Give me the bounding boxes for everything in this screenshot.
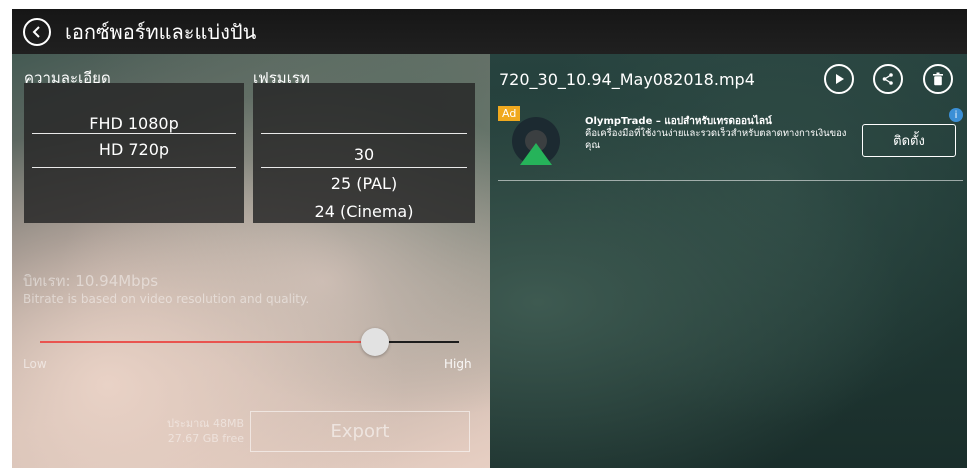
ad-banner[interactable]: Ad i OlympTrade – แอปสำหรับเทรดออนไลน์ ค… [490,106,967,186]
free-space: 27.67 GB free [167,432,244,445]
ad-divider [498,180,963,181]
picker-divider [261,133,467,134]
picker-divider [261,167,467,168]
framerate-option-30[interactable]: 30 [253,145,475,164]
play-button[interactable] [824,64,854,94]
picker-divider [32,167,236,168]
size-estimate: ประมาณ 48MB [167,417,244,430]
delete-icon [933,72,943,86]
resolution-picker[interactable]: FHD 1080p HD 720p [24,83,244,223]
top-bar: เอกซ์พอร์ทและแบ่งปัน [12,9,967,54]
framerate-option-24[interactable]: 24 (Cinema) [253,202,475,221]
framerate-option-25[interactable]: 25 (PAL) [253,174,475,193]
page-title: เอกซ์พอร์ทและแบ่งปัน [65,19,257,44]
ad-title: OlympTrade – แอปสำหรับเทรดออนไลน์ [585,116,772,127]
install-button[interactable]: ติดตั้ง [862,124,956,157]
slider-high-label: High [444,357,472,371]
resolution-option-hd[interactable]: HD 720p [24,140,244,159]
slider-low-label: Low [23,357,47,371]
bitrate-slider-fill[interactable] [40,341,375,343]
export-button[interactable]: Export [250,411,470,452]
size-info: ประมาณ 48MB 27.67 GB free [140,416,244,446]
picker-divider [32,133,236,134]
bitrate-slider-thumb[interactable] [361,328,389,356]
delete-button[interactable] [923,64,953,94]
back-button[interactable] [23,17,51,46]
share-button[interactable] [873,64,903,94]
preview-panel: 720_30_10.94_May082018.mp4 Ad i OlympTra… [490,54,967,468]
olymptrade-logo [512,117,560,165]
export-screen: เอกซ์พอร์ทและแบ่งปัน ความละเอียด เฟรมเรท… [12,9,967,468]
framerate-picker[interactable]: 30 25 (PAL) 24 (Cinema) [253,83,475,223]
info-icon[interactable]: i [949,108,963,122]
file-name: 720_30_10.94_May082018.mp4 [499,70,755,89]
share-icon [882,73,893,85]
bitrate-label: บิทเรท: 10.94Mbps [23,272,159,290]
resolution-option-fhd[interactable]: FHD 1080p [24,114,244,133]
bitrate-description: Bitrate is based on video resolution and… [23,292,310,306]
ad-description: คือเครื่องมือที่ใช้งานง่ายและรวดเร็วสำหร… [585,128,847,151]
back-circle-icon [32,25,40,38]
export-settings-panel: ความละเอียด เฟรมเรท FHD 1080p HD 720p 30… [12,54,490,468]
play-icon [836,74,844,84]
